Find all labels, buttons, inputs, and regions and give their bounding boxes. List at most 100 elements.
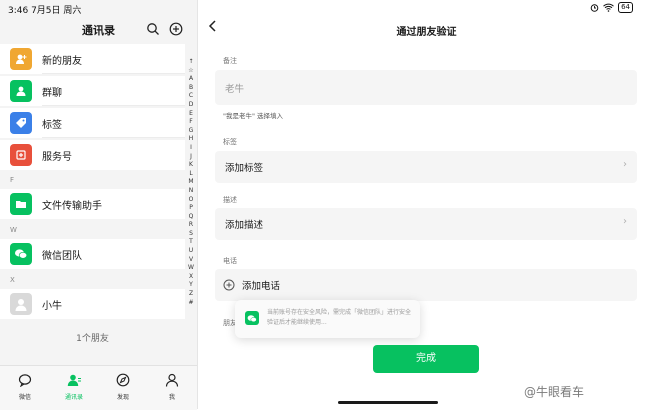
contact-wechat-team[interactable]: 微信团队 (0, 239, 185, 269)
service-account-icon (10, 144, 32, 166)
add-icon[interactable] (169, 22, 183, 36)
contact-name: 文件传输助手 (42, 200, 102, 212)
battery-indicator: 64 (618, 2, 633, 13)
remark-hint[interactable]: "我是老牛" 选择填入 (223, 110, 283, 120)
index-letter[interactable]: ☆ (186, 67, 196, 76)
section-letter: W (10, 226, 17, 234)
index-letter[interactable]: F (186, 118, 196, 127)
wechat-icon (245, 311, 259, 325)
alarm-icon (590, 4, 599, 12)
add-circle-icon (223, 279, 235, 291)
contact-file-transfer[interactable]: 文件传输助手 (0, 189, 185, 219)
tab-contacts[interactable]: 通讯录 (54, 372, 94, 401)
wifi-icon (603, 3, 614, 12)
chevron-right-icon: › (623, 216, 627, 227)
tab-chats[interactable]: 微信 (5, 372, 45, 401)
index-letter[interactable]: W (186, 264, 196, 273)
section-letter: F (10, 176, 15, 184)
remark-label: 备注 (223, 57, 237, 65)
discover-icon (116, 373, 130, 387)
contact-xiaoniu[interactable]: 小牛 (0, 289, 185, 319)
home-indicator[interactable] (338, 401, 438, 404)
tags-item[interactable]: 标签 (0, 108, 185, 138)
add-friend-icon (10, 48, 32, 70)
index-letter[interactable]: Y (186, 281, 196, 290)
index-letter[interactable]: L (186, 170, 196, 179)
add-tags-row[interactable]: 添加标签 › (215, 151, 637, 183)
contacts-icon (67, 374, 81, 386)
tab-label: 通讯录 (64, 394, 83, 401)
index-letter[interactable]: K (186, 161, 196, 170)
section-letter: X (10, 276, 15, 284)
contacts-title: 通讯录 (82, 24, 115, 37)
done-button[interactable]: 完成 (373, 345, 479, 373)
group-chats-item[interactable]: 群聊 (0, 76, 185, 106)
page-title: 通过朋友验证 (396, 27, 457, 38)
add-description-row[interactable]: 添加描述 › (215, 208, 637, 240)
index-letter[interactable]: E (186, 110, 196, 119)
index-letter[interactable]: M (186, 178, 196, 187)
contact-count: 1个朋友 (76, 334, 109, 344)
security-toast: 当前账号存在安全风险，需完成「微信团队」进行安全验证后才能继续使用... (235, 300, 420, 338)
list-item-label: 新的朋友 (42, 55, 82, 67)
index-letter[interactable]: C (186, 92, 196, 101)
index-letter[interactable]: I (186, 144, 196, 153)
tag-icon (10, 112, 32, 134)
status-time: 3:46 7月5日 周六 (8, 6, 82, 16)
index-letter[interactable]: G (186, 127, 196, 136)
add-description-text: 添加描述 (225, 220, 264, 231)
tab-discover[interactable]: 发现 (103, 372, 143, 401)
index-letter[interactable]: A (186, 75, 196, 84)
chat-icon (18, 374, 32, 388)
tab-label: 我 (168, 394, 175, 401)
tags-label: 标签 (223, 138, 237, 146)
search-icon[interactable] (146, 22, 160, 36)
index-letter[interactable]: X (186, 273, 196, 282)
folder-icon (10, 193, 32, 215)
tab-label: 发现 (116, 394, 129, 401)
index-letter[interactable]: # (186, 299, 196, 308)
remark-input[interactable]: 老牛 (215, 70, 637, 105)
index-letter[interactable]: P (186, 204, 196, 213)
index-letter[interactable]: H (186, 135, 196, 144)
index-letter[interactable]: V (186, 256, 196, 265)
tab-me[interactable]: 我 (152, 372, 192, 401)
index-letter[interactable]: B (186, 84, 196, 93)
group-icon (10, 80, 32, 102)
remark-input-value: 老牛 (225, 84, 245, 95)
index-letter[interactable]: Q (186, 213, 196, 222)
bottom-tabbar: 微信 通讯录 发现 我 (0, 365, 197, 410)
index-letter[interactable]: U (186, 247, 196, 256)
alphabet-index[interactable]: ↑ ☆ A B C D E F G H I J K L M N O P Q R S T U V W X Y Z # (186, 58, 196, 307)
index-letter[interactable]: S (186, 230, 196, 239)
add-phone-row[interactable]: 添加电话 (215, 269, 637, 301)
index-letter[interactable]: D (186, 101, 196, 110)
new-friends-item[interactable]: 新的朋友 (0, 44, 185, 74)
chevron-right-icon: › (623, 159, 627, 170)
phone-label: 电话 (223, 257, 237, 265)
wechat-team-icon (10, 243, 32, 265)
index-letter[interactable]: N (186, 187, 196, 196)
index-letter[interactable]: R (186, 221, 196, 230)
toast-text: 当前账号存在安全风险，需完成「微信团队」进行安全验证后才能继续使用... (267, 309, 412, 326)
index-letter[interactable]: T (186, 238, 196, 247)
list-item-label: 标签 (42, 119, 62, 131)
index-letter[interactable]: J (186, 153, 196, 162)
watermark: @牛眼看车 (524, 385, 585, 399)
service-accounts-item[interactable]: 服务号 (0, 140, 185, 170)
tab-label: 微信 (18, 394, 31, 401)
list-item-label: 服务号 (42, 151, 72, 163)
add-phone-text: 添加电话 (242, 281, 281, 292)
contact-name: 小牛 (42, 300, 62, 312)
description-label: 描述 (223, 196, 237, 204)
contacts-header: 通讯录 (0, 16, 197, 44)
me-icon (165, 373, 179, 387)
index-letter[interactable]: O (186, 196, 196, 205)
index-letter[interactable]: ↑ (186, 58, 196, 67)
index-letter[interactable]: Z (186, 290, 196, 299)
status-icons: 64 (590, 2, 633, 13)
avatar-icon (10, 293, 32, 315)
contact-name: 微信团队 (42, 250, 82, 262)
list-item-label: 群聊 (42, 87, 62, 99)
add-tags-text: 添加标签 (225, 163, 264, 174)
